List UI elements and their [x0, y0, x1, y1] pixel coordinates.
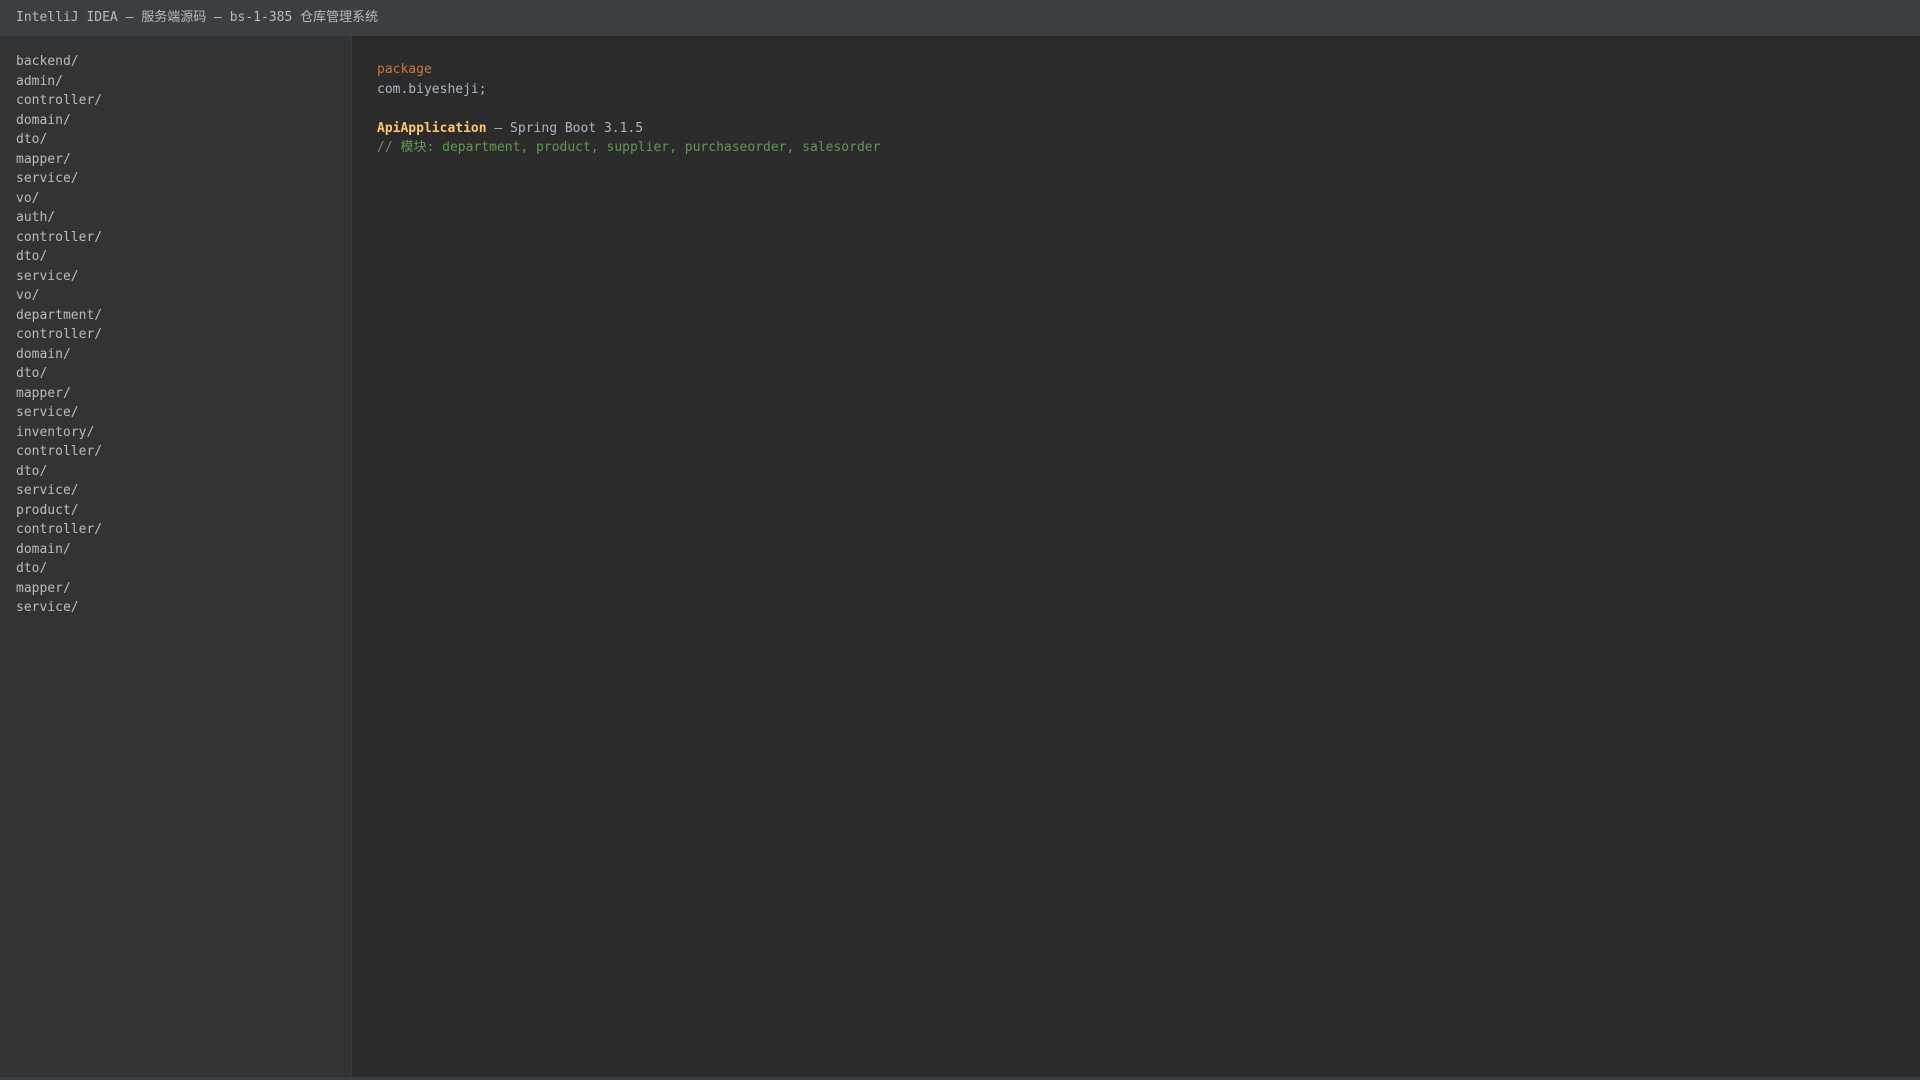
code-editor[interactable]: package com.biyesheji; ApiApplication — …: [353, 36, 1920, 1077]
tree-item-controller[interactable]: controller/: [0, 91, 351, 111]
tree-item-dto[interactable]: dto/: [0, 462, 351, 482]
tree-item-domain[interactable]: domain/: [0, 111, 351, 131]
project-tree: backend/ admin/ controller/ domain/ dto/…: [0, 36, 352, 1077]
tree-item-inventory[interactable]: inventory/: [0, 423, 351, 443]
package-name: com.biyesheji;: [377, 81, 487, 97]
tree-item-dto[interactable]: dto/: [0, 559, 351, 579]
tree-item-auth[interactable]: auth/: [0, 208, 351, 228]
tree-item-dto[interactable]: dto/: [0, 247, 351, 267]
tree-item-backend[interactable]: backend/: [0, 52, 351, 72]
tree-item-dto[interactable]: dto/: [0, 364, 351, 384]
tree-item-controller[interactable]: controller/: [0, 520, 351, 540]
package-keyword: package: [377, 62, 432, 77]
class-name: ApiApplication: [377, 120, 487, 136]
tree-item-service[interactable]: service/: [0, 403, 351, 423]
tree-item-domain[interactable]: domain/: [0, 540, 351, 560]
tree-item-product[interactable]: product/: [0, 501, 351, 521]
tree-item-controller[interactable]: controller/: [0, 325, 351, 345]
code-line-package-keyword: package: [377, 60, 1920, 80]
window-title: IntelliJ IDEA — 服务端源码 — bs-1-385 仓库管理系统: [0, 0, 1920, 36]
tree-item-service[interactable]: service/: [0, 598, 351, 618]
tree-item-dto[interactable]: dto/: [0, 130, 351, 150]
tree-item-service[interactable]: service/: [0, 169, 351, 189]
tree-item-controller[interactable]: controller/: [0, 442, 351, 462]
tree-item-mapper[interactable]: mapper/: [0, 150, 351, 170]
tree-item-admin[interactable]: admin/: [0, 72, 351, 92]
tree-item-vo[interactable]: vo/: [0, 286, 351, 306]
tree-item-vo[interactable]: vo/: [0, 189, 351, 209]
code-line-class: ApiApplication — Spring Boot 3.1.5: [377, 119, 1920, 139]
tree-item-department[interactable]: department/: [0, 306, 351, 326]
tree-item-controller[interactable]: controller/: [0, 228, 351, 248]
tree-item-mapper[interactable]: mapper/: [0, 579, 351, 599]
tree-item-service[interactable]: service/: [0, 267, 351, 287]
code-line-comment: // 模块: department, product, supplier, pu…: [377, 138, 1920, 158]
tree-item-service[interactable]: service/: [0, 481, 351, 501]
tree-item-domain[interactable]: domain/: [0, 345, 351, 365]
tree-item-mapper[interactable]: mapper/: [0, 384, 351, 404]
modules-comment: // 模块: department, product, supplier, pu…: [377, 140, 881, 155]
class-description: — Spring Boot 3.1.5: [486, 120, 644, 136]
code-line-package-name: com.biyesheji;: [377, 80, 1920, 100]
